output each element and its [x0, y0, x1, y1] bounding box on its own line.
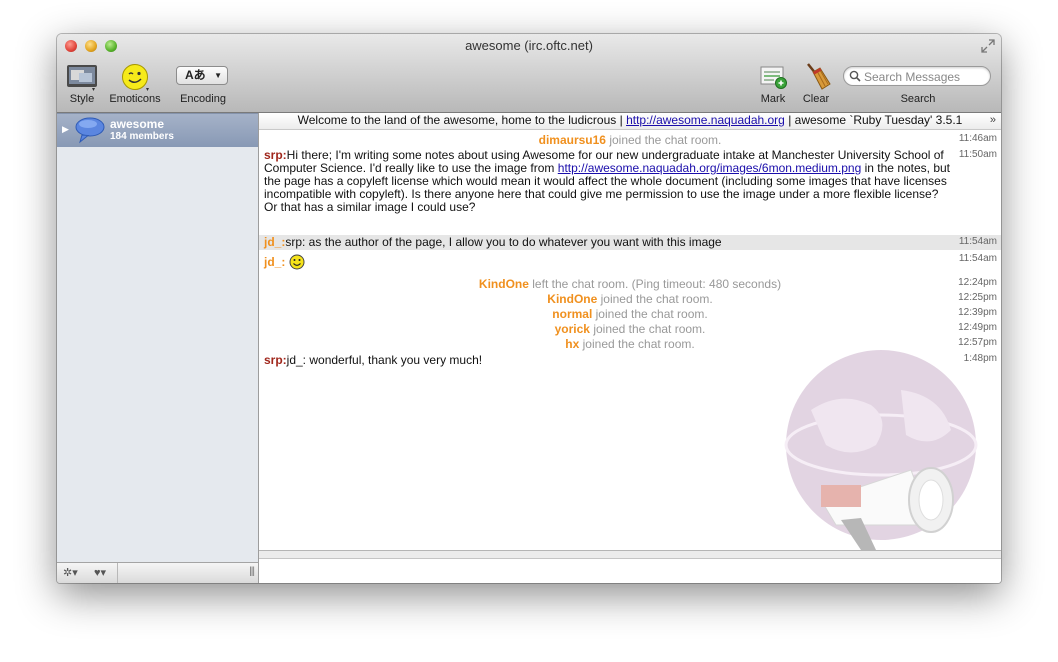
mark-button[interactable]: Mark: [755, 62, 791, 110]
mark-icon: [760, 66, 787, 89]
timestamp: 12:49pm: [958, 322, 997, 333]
timestamp: 11:46am: [958, 133, 997, 144]
message-nick[interactable]: jd_:: [264, 255, 285, 269]
topic-bar: Welcome to the land of the awesome, home…: [259, 113, 1001, 130]
broom-icon: [807, 63, 831, 90]
window-title: awesome (irc.oftc.net): [465, 38, 593, 53]
style-icon: [67, 65, 97, 91]
chat-event: KindOne joined the chat room.: [259, 292, 1001, 306]
event-nick[interactable]: hx: [565, 337, 579, 351]
event-text: joined the chat room.: [595, 307, 708, 321]
encoding-label: Encoding: [180, 93, 226, 105]
timestamp: 12:39pm: [958, 307, 997, 318]
sidebar: ▶ awesome 184 members: [57, 113, 259, 562]
expand-topic-icon[interactable]: »: [990, 113, 996, 128]
message-input-area: [259, 550, 1001, 583]
sidebar-bottom-bar: ✲▾ ♥▾ |||: [57, 562, 259, 583]
encoding-popup[interactable]: Aあ ▼: [176, 66, 228, 85]
splitter[interactable]: [259, 551, 1001, 559]
event-nick[interactable]: KindOne: [547, 292, 597, 306]
event-text: joined the chat room.: [582, 337, 695, 351]
event-text: joined the chat room.: [600, 292, 713, 306]
search-icon: [849, 70, 861, 82]
message-nick[interactable]: srp:: [264, 353, 287, 367]
topic-link[interactable]: http://awesome.naquadah.org: [626, 113, 785, 127]
clear-button[interactable]: Clear: [797, 62, 835, 110]
timestamp: 1:48pm: [963, 353, 997, 364]
toolbar: awesome (irc.oftc.net) Style Emoticons A…: [57, 34, 1001, 113]
event-text: joined the chat room.: [593, 322, 706, 336]
search-input[interactable]: [862, 68, 990, 86]
emoticons-button[interactable]: Emoticons: [107, 62, 163, 110]
chat-window: awesome (irc.oftc.net) Style Emoticons A…: [57, 34, 1001, 583]
message-nick[interactable]: srp:: [264, 148, 287, 162]
mark-label: Mark: [760, 93, 786, 105]
fullscreen-icon[interactable]: [981, 39, 995, 53]
gear-menu-icon[interactable]: ✲▾: [63, 566, 78, 579]
style-button[interactable]: Style: [63, 62, 101, 110]
timestamp: 12:57pm: [958, 337, 997, 348]
chat-event: KindOne left the chat room. (Ping timeou…: [259, 277, 1001, 291]
message-text: srp: as the author of the page, I allow …: [285, 235, 722, 249]
event-text: left the chat room. (Ping timeout: 480 s…: [532, 277, 782, 291]
chat-message: jd_:srp: as the author of the page, I al…: [264, 236, 952, 249]
topic-text: Welcome to the land of the awesome, home…: [297, 113, 623, 127]
chat-event: dimaursu16 joined the chat room.: [259, 133, 1001, 147]
chat-message: srp:jd_: wonderful, thank you very much!: [264, 354, 952, 367]
topic-text-end: | awesome `Ruby Tuesday' 3.5.1: [788, 113, 963, 127]
chat-event: yorick joined the chat room.: [259, 322, 1001, 336]
chat-log: dimaursu16 joined the chat room. 11:46am…: [259, 130, 1001, 550]
clear-label: Clear: [802, 93, 830, 105]
search-label: Search: [900, 93, 936, 105]
disclosure-triangle-icon[interactable]: ▶: [62, 124, 69, 135]
chat-message: srp:Hi there; I'm writing some notes abo…: [264, 149, 952, 214]
resize-grip-icon[interactable]: |||: [249, 566, 255, 577]
message-text: jd_: wonderful, thank you very much!: [286, 353, 483, 367]
event-nick[interactable]: KindOne: [479, 277, 529, 291]
event-nick[interactable]: yorick: [555, 322, 590, 336]
message-nick[interactable]: jd_:: [264, 235, 285, 249]
message-input[interactable]: [259, 559, 1001, 583]
heart-menu-icon[interactable]: ♥▾: [94, 566, 106, 579]
timestamp: 11:50am: [958, 149, 997, 160]
chat-pane: Welcome to the land of the awesome, home…: [259, 113, 1001, 583]
message-link[interactable]: http://awesome.naquadah.org/images/6mon.…: [558, 161, 862, 175]
room-name: awesome: [110, 117, 165, 131]
globe-megaphone-icon: [784, 350, 978, 550]
chat-event: hx joined the chat room.: [259, 337, 1001, 351]
emoticons-label: Emoticons: [109, 93, 161, 105]
divider: [117, 563, 118, 583]
style-label: Style: [69, 93, 95, 105]
event-nick[interactable]: normal: [552, 307, 592, 321]
sidebar-item-awesome[interactable]: ▶ awesome 184 members: [57, 113, 258, 147]
search-field[interactable]: [843, 66, 991, 86]
timestamp: 12:25pm: [958, 292, 997, 303]
chat-message: jd_:: [264, 254, 952, 270]
room-member-count: 184 members: [110, 131, 174, 142]
timestamp: 11:54am: [958, 253, 997, 264]
chat-bubble-icon: [75, 117, 105, 144]
chevron-down-icon: ▼: [214, 71, 222, 80]
chat-event: normal joined the chat room.: [259, 307, 1001, 321]
timestamp: 11:54am: [958, 236, 997, 247]
wink-smiley-icon: [122, 64, 149, 91]
encoding-value: Aあ: [185, 68, 206, 82]
event-nick[interactable]: dimaursu16: [539, 133, 606, 147]
smiley-icon: [289, 254, 305, 270]
event-text: joined the chat room.: [609, 133, 722, 147]
timestamp: 12:24pm: [958, 277, 997, 288]
